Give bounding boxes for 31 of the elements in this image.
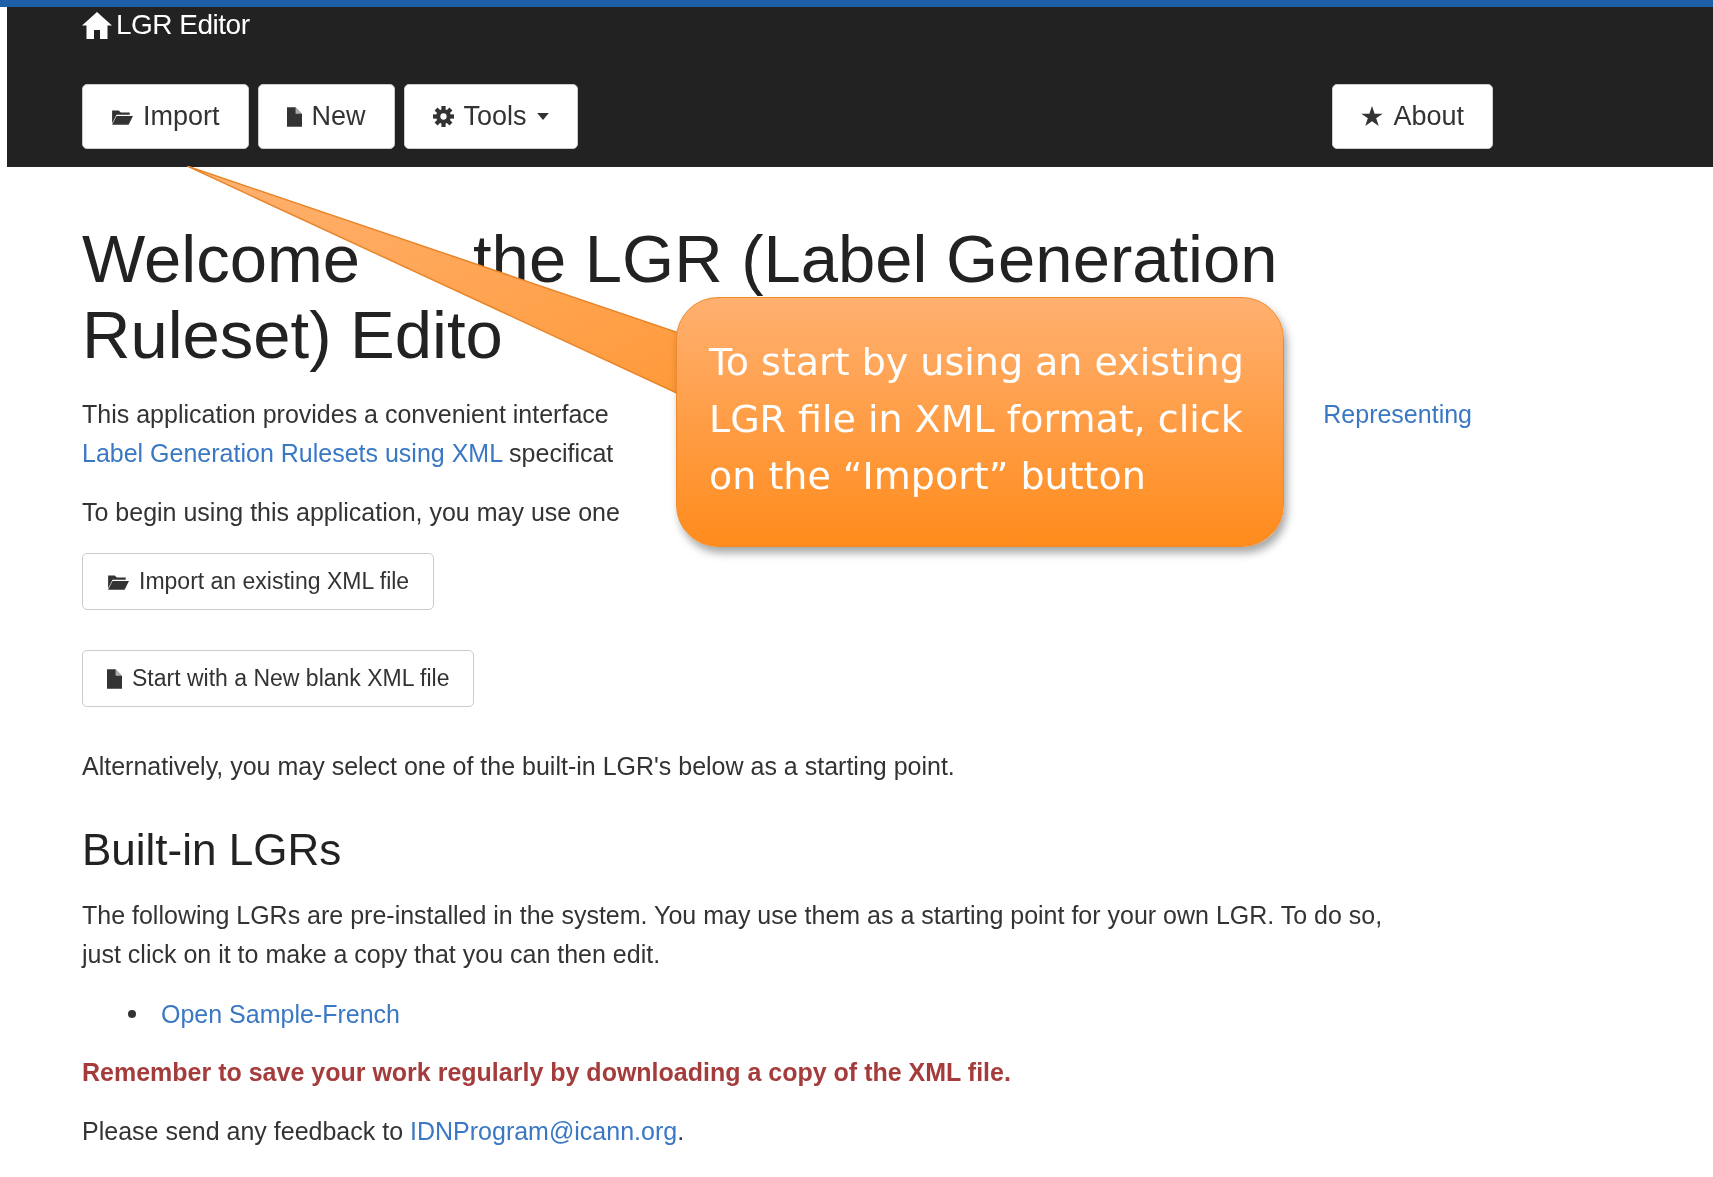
gear-icon <box>432 106 454 127</box>
nav-button[interactable]: New <box>257 84 395 149</box>
feedback-text: Please send any feedback to IDNProgram@icann.org. <box>82 1116 685 1147</box>
spec-link[interactable]: Label Generation Rulesets using XML <box>82 439 503 467</box>
description-text: The following LGRs are pre-installed in the system. You may use them as a starting point for your own LGR. To do so, just click on it to make a copy that you can then edit. <box>82 900 1384 970</box>
brand-title[interactable]: LGR Editor <box>116 9 250 41</box>
email-link[interactable]: IDNProgram@icann.org <box>410 1117 678 1145</box>
folder-icon <box>111 107 133 126</box>
lgr-link[interactable]: Open Sample-French <box>161 994 400 1034</box>
bullet-icon <box>128 1010 136 1018</box>
intro-text: This application provides a convenient interface <box>82 399 609 430</box>
intro-text: Label Generation Rulesets using XML specificat <box>82 438 614 469</box>
home-icon <box>82 11 112 39</box>
heading-text: Welcome <box>82 221 361 297</box>
import-button[interactable]: Import an existing XML file <box>82 553 435 610</box>
file-icon <box>286 106 302 127</box>
folder-icon <box>107 572 129 591</box>
spec-link[interactable]: Representing <box>1323 395 1472 434</box>
star-icon <box>1361 106 1384 127</box>
nav-button[interactable]: Import <box>82 84 249 149</box>
caret-icon <box>536 113 549 120</box>
warning-text: Remember to save your work regularly by downloading a copy of the XML file. <box>82 1057 1011 1088</box>
section-heading: Built-in LGRs <box>82 824 343 876</box>
instruction-text: To begin using this application, you may use one <box>82 497 620 528</box>
tools-dropdown-button[interactable]: Tools <box>403 84 578 149</box>
alternative-text: Alternatively, you may select one of the built-in LGR's below as a starting point. <box>82 751 955 782</box>
file-icon <box>107 668 122 689</box>
callout-text: To start by using an existing LGR file in XML format, click on the “Import” button <box>709 340 1244 498</box>
heading-text: Ruleset) Edito <box>82 297 503 372</box>
new-file-button[interactable]: Start with a New blank XML file <box>82 650 475 707</box>
about-button[interactable]: About <box>1332 84 1493 149</box>
